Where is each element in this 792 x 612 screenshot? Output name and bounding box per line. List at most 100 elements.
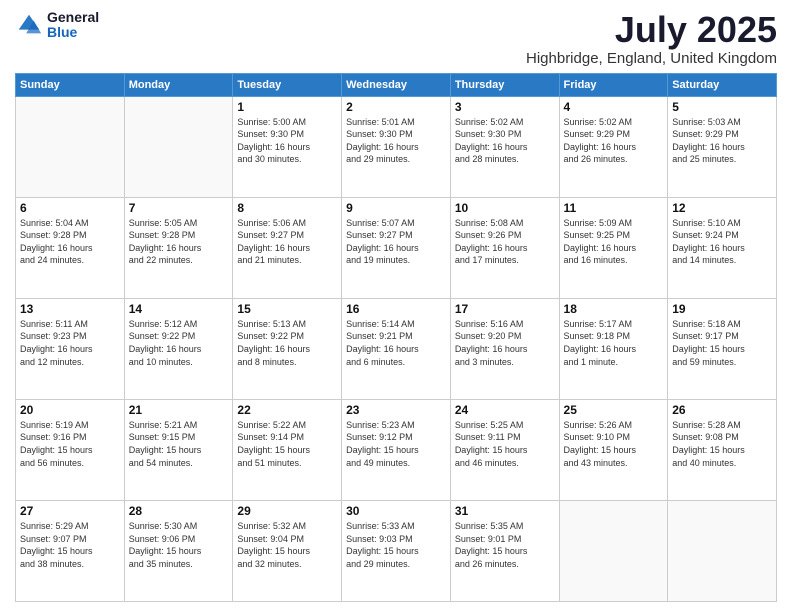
week-row-4: 20 Sunrise: 5:19 AM Sunset: 9:16 PM Dayli… xyxy=(16,399,777,500)
day-number: 17 xyxy=(455,302,555,316)
month-title: July 2025 xyxy=(526,10,777,50)
weekday-header-sunday: Sunday xyxy=(16,73,125,96)
empty-cell xyxy=(668,500,777,601)
day-cell-23: 23 Sunrise: 5:23 AM Sunset: 9:12 PM Dayli… xyxy=(342,399,451,500)
day-number: 20 xyxy=(20,403,120,417)
day-cell-24: 24 Sunrise: 5:25 AM Sunset: 9:11 PM Dayli… xyxy=(450,399,559,500)
empty-cell xyxy=(559,500,668,601)
title-block: July 2025 Highbridge, England, United Ki… xyxy=(526,10,777,67)
day-number: 30 xyxy=(346,504,446,518)
weekday-header-friday: Friday xyxy=(559,73,668,96)
weekday-header-thursday: Thursday xyxy=(450,73,559,96)
day-info: Sunrise: 5:23 AM Sunset: 9:12 PM Dayligh… xyxy=(346,419,446,469)
weekday-header-monday: Monday xyxy=(124,73,233,96)
day-info: Sunrise: 5:30 AM Sunset: 9:06 PM Dayligh… xyxy=(129,520,229,570)
day-cell-29: 29Sunrise: 5:32 AM Sunset: 9:04 PM Dayli… xyxy=(233,500,342,601)
day-info: Sunrise: 5:11 AM Sunset: 9:23 PM Dayligh… xyxy=(20,318,120,368)
day-info: Sunrise: 5:22 AM Sunset: 9:14 PM Dayligh… xyxy=(237,419,337,469)
weekday-header-wednesday: Wednesday xyxy=(342,73,451,96)
day-cell-22: 22Sunrise: 5:22 AM Sunset: 9:14 PM Dayli… xyxy=(233,399,342,500)
location: Highbridge, England, United Kingdom xyxy=(526,50,777,67)
day-info: Sunrise: 5:05 AM Sunset: 9:28 PM Dayligh… xyxy=(129,217,229,267)
day-cell-10: 10Sunrise: 5:08 AM Sunset: 9:26 PM Dayli… xyxy=(450,197,559,298)
day-info: Sunrise: 5:07 AM Sunset: 9:27 PM Dayligh… xyxy=(346,217,446,267)
day-info: Sunrise: 5:14 AM Sunset: 9:21 PM Dayligh… xyxy=(346,318,446,368)
day-number: 13 xyxy=(20,302,120,316)
day-info: Sunrise: 5:17 AM Sunset: 9:18 PM Dayligh… xyxy=(564,318,664,368)
calendar-table: SundayMondayTuesdayWednesdayThursdayFrid… xyxy=(15,73,777,602)
day-info: Sunrise: 5:02 AM Sunset: 9:30 PM Dayligh… xyxy=(455,116,555,166)
day-number: 25 xyxy=(564,403,664,417)
day-cell-21: 21 Sunrise: 5:21 AM Sunset: 9:15 PM Dayli… xyxy=(124,399,233,500)
week-row-1: 1 Sunrise: 5:00 AM Sunset: 9:30 PM Daylig… xyxy=(16,96,777,197)
logo-general: General xyxy=(47,10,99,25)
day-number: 31 xyxy=(455,504,555,518)
day-cell-20: 20 Sunrise: 5:19 AM Sunset: 9:16 PM Dayli… xyxy=(16,399,125,500)
day-cell-15: 15 Sunrise: 5:13 AM Sunset: 9:22 PM Dayli… xyxy=(233,298,342,399)
day-cell-9: 9 Sunrise: 5:07 AM Sunset: 9:27 PM Daylig… xyxy=(342,197,451,298)
empty-cell xyxy=(16,96,125,197)
day-number: 11 xyxy=(564,201,664,215)
day-info: Sunrise: 5:21 AM Sunset: 9:15 PM Dayligh… xyxy=(129,419,229,469)
day-info: Sunrise: 5:00 AM Sunset: 9:30 PM Dayligh… xyxy=(237,116,337,166)
day-cell-25: 25 Sunrise: 5:26 AM Sunset: 9:10 PM Dayli… xyxy=(559,399,668,500)
day-info: Sunrise: 5:13 AM Sunset: 9:22 PM Dayligh… xyxy=(237,318,337,368)
day-cell-17: 17 Sunrise: 5:16 AM Sunset: 9:20 PM Dayli… xyxy=(450,298,559,399)
weekday-header-row: SundayMondayTuesdayWednesdayThursdayFrid… xyxy=(16,73,777,96)
day-number: 4 xyxy=(564,100,664,114)
day-number: 5 xyxy=(672,100,772,114)
day-cell-7: 7 Sunrise: 5:05 AM Sunset: 9:28 PM Daylig… xyxy=(124,197,233,298)
week-row-2: 6 Sunrise: 5:04 AM Sunset: 9:28 PM Daylig… xyxy=(16,197,777,298)
day-cell-28: 28 Sunrise: 5:30 AM Sunset: 9:06 PM Dayli… xyxy=(124,500,233,601)
day-info: Sunrise: 5:12 AM Sunset: 9:22 PM Dayligh… xyxy=(129,318,229,368)
day-number: 12 xyxy=(672,201,772,215)
day-cell-6: 6 Sunrise: 5:04 AM Sunset: 9:28 PM Daylig… xyxy=(16,197,125,298)
day-info: Sunrise: 5:10 AM Sunset: 9:24 PM Dayligh… xyxy=(672,217,772,267)
day-number: 27 xyxy=(20,504,120,518)
day-info: Sunrise: 5:04 AM Sunset: 9:28 PM Dayligh… xyxy=(20,217,120,267)
day-cell-3: 3 Sunrise: 5:02 AM Sunset: 9:30 PM Daylig… xyxy=(450,96,559,197)
logo-icon xyxy=(15,11,43,39)
day-info: Sunrise: 5:26 AM Sunset: 9:10 PM Dayligh… xyxy=(564,419,664,469)
day-info: Sunrise: 5:16 AM Sunset: 9:20 PM Dayligh… xyxy=(455,318,555,368)
day-info: Sunrise: 5:25 AM Sunset: 9:11 PM Dayligh… xyxy=(455,419,555,469)
day-info: Sunrise: 5:33 AM Sunset: 9:03 PM Dayligh… xyxy=(346,520,446,570)
day-number: 28 xyxy=(129,504,229,518)
day-info: Sunrise: 5:19 AM Sunset: 9:16 PM Dayligh… xyxy=(20,419,120,469)
day-number: 6 xyxy=(20,201,120,215)
day-info: Sunrise: 5:28 AM Sunset: 9:08 PM Dayligh… xyxy=(672,419,772,469)
day-cell-19: 19Sunrise: 5:18 AM Sunset: 9:17 PM Dayli… xyxy=(668,298,777,399)
day-cell-30: 30 Sunrise: 5:33 AM Sunset: 9:03 PM Dayli… xyxy=(342,500,451,601)
day-number: 23 xyxy=(346,403,446,417)
day-info: Sunrise: 5:09 AM Sunset: 9:25 PM Dayligh… xyxy=(564,217,664,267)
day-info: Sunrise: 5:01 AM Sunset: 9:30 PM Dayligh… xyxy=(346,116,446,166)
day-info: Sunrise: 5:35 AM Sunset: 9:01 PM Dayligh… xyxy=(455,520,555,570)
day-cell-31: 31 Sunrise: 5:35 AM Sunset: 9:01 PM Dayli… xyxy=(450,500,559,601)
logo-blue: Blue xyxy=(47,25,99,40)
day-info: Sunrise: 5:03 AM Sunset: 9:29 PM Dayligh… xyxy=(672,116,772,166)
day-cell-27: 27Sunrise: 5:29 AM Sunset: 9:07 PM Dayli… xyxy=(16,500,125,601)
day-number: 1 xyxy=(237,100,337,114)
day-number: 15 xyxy=(237,302,337,316)
day-number: 21 xyxy=(129,403,229,417)
day-number: 19 xyxy=(672,302,772,316)
day-number: 18 xyxy=(564,302,664,316)
day-number: 29 xyxy=(237,504,337,518)
day-number: 9 xyxy=(346,201,446,215)
day-cell-13: 13 Sunrise: 5:11 AM Sunset: 9:23 PM Dayli… xyxy=(16,298,125,399)
day-cell-11: 11 Sunrise: 5:09 AM Sunset: 9:25 PM Dayli… xyxy=(559,197,668,298)
day-number: 2 xyxy=(346,100,446,114)
weekday-header-tuesday: Tuesday xyxy=(233,73,342,96)
day-info: Sunrise: 5:08 AM Sunset: 9:26 PM Dayligh… xyxy=(455,217,555,267)
page: General Blue July 2025 Highbridge, Engla… xyxy=(0,0,792,612)
day-number: 16 xyxy=(346,302,446,316)
header: General Blue July 2025 Highbridge, Engla… xyxy=(15,10,777,67)
day-number: 7 xyxy=(129,201,229,215)
day-info: Sunrise: 5:06 AM Sunset: 9:27 PM Dayligh… xyxy=(237,217,337,267)
day-cell-2: 2 Sunrise: 5:01 AM Sunset: 9:30 PM Daylig… xyxy=(342,96,451,197)
day-number: 24 xyxy=(455,403,555,417)
day-number: 3 xyxy=(455,100,555,114)
logo: General Blue xyxy=(15,10,99,41)
day-cell-16: 16 Sunrise: 5:14 AM Sunset: 9:21 PM Dayli… xyxy=(342,298,451,399)
day-cell-5: 5 Sunrise: 5:03 AM Sunset: 9:29 PM Daylig… xyxy=(668,96,777,197)
